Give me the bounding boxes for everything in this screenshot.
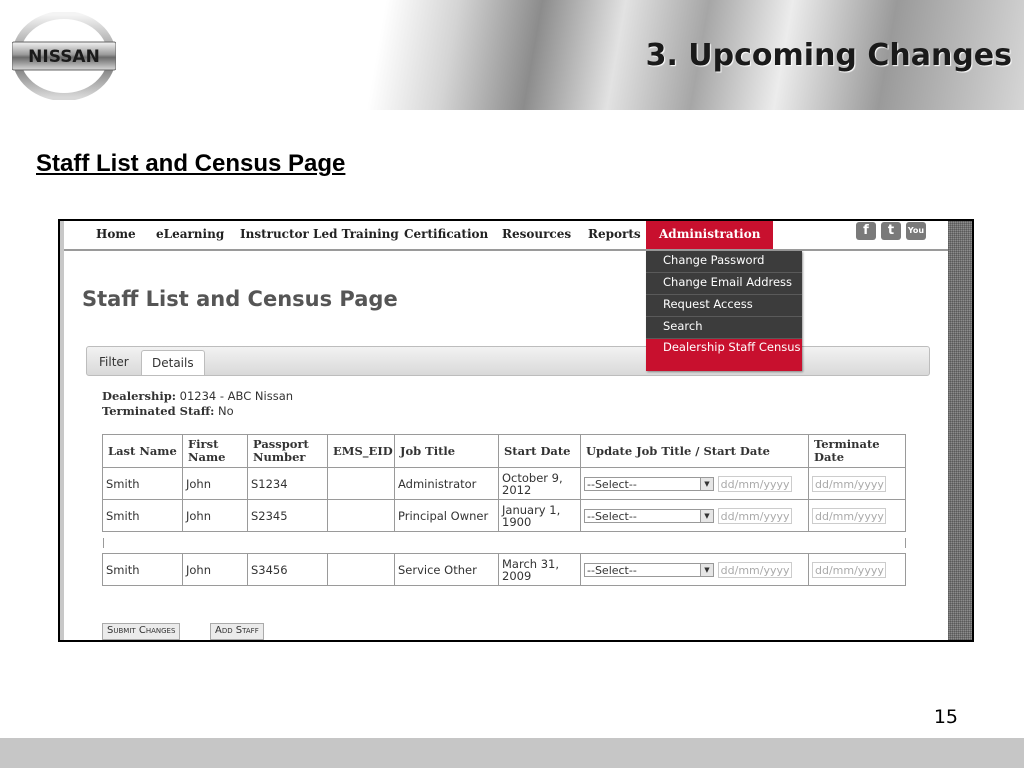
menu-item-request-access[interactable]: Request Access [646,295,802,317]
start-date-input[interactable]: dd/mm/yyyy [717,507,792,524]
terminate-date-input[interactable]: dd/mm/yyyy [812,507,886,524]
nav-certification[interactable]: Certification [404,221,488,249]
cell-ems-eid [327,553,395,586]
chevron-down-icon: ▼ [700,563,713,576]
cell-terminate: dd/mm/yyyy [808,499,906,532]
col-first-name: First Name [182,434,248,468]
tab-bar: Filter Details [86,346,930,376]
cell-start-date: January 1, 1900 [498,499,581,532]
job-title-select[interactable]: --Select-- ▼ [584,508,714,523]
tab-filter[interactable]: Filter [89,350,139,374]
youtube-icon[interactable]: You [906,222,926,240]
cell-ems-eid [327,499,395,532]
cell-update: --Select-- ▼ dd/mm/yyyy [580,553,809,586]
staff-table: Last Name First Name Passport Number EMS… [102,434,906,586]
cell-job-title: Principal Owner [394,499,499,532]
facebook-icon[interactable]: f [856,222,876,240]
nav-reports[interactable]: Reports [588,221,641,249]
slide-title: 3. Upcoming Changes [645,38,1012,73]
logo-text: NISSAN [28,47,100,67]
terminated-value: No [218,404,234,418]
tab-details[interactable]: Details [141,350,205,375]
select-value: --Select-- [587,477,637,491]
col-passport-number: Passport Number [247,434,328,468]
menu-item-change-email[interactable]: Change Email Address [646,273,802,295]
nav-instructor-led-training[interactable]: Instructor Led Training [240,221,399,249]
cell-update: --Select-- ▼ dd/mm/yyyy [580,467,809,500]
col-last-name: Last Name [102,434,183,468]
col-start-date: Start Date [498,434,581,468]
slide-subtitle: Staff List and Census Page [36,150,346,177]
cell-start-date: October 9, 2012 [498,467,581,500]
cell-start-date: March 31, 2009 [498,553,581,586]
page-heading: Staff List and Census Page [82,287,398,311]
menu-item-change-password[interactable]: Change Password [646,251,802,273]
select-value: --Select-- [587,563,637,577]
frame-right-edge [948,221,972,640]
chevron-down-icon: ▼ [700,477,713,490]
menu-item-search[interactable]: Search [646,317,802,339]
table-header-row: Last Name First Name Passport Number EMS… [102,434,906,468]
col-terminate-date: Terminate Date [808,434,906,468]
cell-update: --Select-- ▼ dd/mm/yyyy [580,499,809,532]
col-job-title: Job Title [394,434,499,468]
top-nav: Home eLearning Instructor Led Training C… [64,221,948,251]
screenshot-frame: Home eLearning Instructor Led Training C… [58,219,974,642]
cell-job-title: Service Other [394,553,499,586]
cell-terminate: dd/mm/yyyy [808,467,906,500]
cell-last-name: Smith [102,467,183,500]
twitter-icon[interactable]: t [881,222,901,240]
cell-ems-eid [327,467,395,500]
table-row: Smith John S1234 Administrator October 9… [102,467,906,500]
chevron-down-icon: ▼ [700,509,713,522]
frame-left-edge [60,221,64,640]
cell-last-name: Smith [102,553,183,586]
job-title-select[interactable]: --Select-- ▼ [584,562,714,577]
cell-last-name: Smith [102,499,183,532]
job-title-select[interactable]: --Select-- ▼ [584,476,714,491]
select-value: --Select-- [587,509,637,523]
menu-item-dealership-staff-census[interactable]: Dealership Staff Census [646,339,802,371]
cell-first-name: John [182,467,248,500]
submit-changes-button[interactable]: Submit Changes [102,623,181,640]
dealership-value: 01234 - ABC Nissan [179,389,294,403]
administration-dropdown: Change Password Change Email Address Req… [646,251,802,371]
gap-stub [102,537,906,548]
add-staff-button[interactable]: Add Staff [210,623,264,640]
start-date-input[interactable]: dd/mm/yyyy [717,561,792,578]
cell-first-name: John [182,499,248,532]
dealership-label: Dealership: [102,389,176,403]
table-gap-row [102,532,906,554]
col-update-job-title: Update Job Title / Start Date [580,434,809,468]
terminate-date-input[interactable]: dd/mm/yyyy [812,561,886,578]
nav-resources[interactable]: Resources [502,221,571,249]
terminated-label: Terminated Staff: [102,404,215,418]
nav-elearning[interactable]: eLearning [156,221,224,249]
nissan-logo: NISSAN [12,12,116,100]
dealer-info: Dealership: 01234 - ABC Nissan Terminate… [102,389,293,419]
footer-band [0,738,1024,768]
terminate-date-input[interactable]: dd/mm/yyyy [812,475,886,492]
cell-job-title: Administrator [394,467,499,500]
page-number: 15 [933,706,958,728]
col-ems-eid: EMS_EID [327,434,395,468]
cell-passport: S2345 [247,499,328,532]
table-row: Smith John S2345 Principal Owner January… [102,499,906,532]
cell-terminate: dd/mm/yyyy [808,553,906,586]
start-date-input[interactable]: dd/mm/yyyy [717,475,792,492]
cell-passport: S1234 [247,467,328,500]
cell-first-name: John [182,553,248,586]
nav-home[interactable]: Home [96,221,136,249]
table-row: Smith John S3456 Service Other March 31,… [102,553,906,586]
cell-passport: S3456 [247,553,328,586]
nav-administration[interactable]: Administration [646,221,774,249]
